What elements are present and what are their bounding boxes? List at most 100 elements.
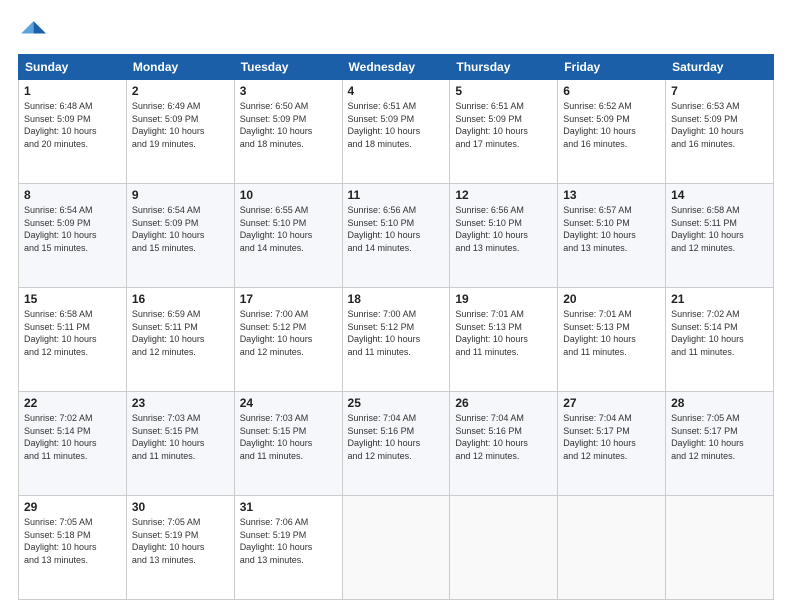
day-content: Sunrise: 6:59 AM Sunset: 5:11 PM Dayligh… bbox=[132, 308, 229, 358]
day-content: Sunrise: 7:05 AM Sunset: 5:17 PM Dayligh… bbox=[671, 412, 768, 462]
calendar-day-cell: 30 Sunrise: 7:05 AM Sunset: 5:19 PM Dayli… bbox=[126, 496, 234, 600]
day-number: 25 bbox=[348, 396, 445, 410]
day-content: Sunrise: 7:01 AM Sunset: 5:13 PM Dayligh… bbox=[563, 308, 660, 358]
calendar-day-cell: 12 Sunrise: 6:56 AM Sunset: 5:10 PM Dayli… bbox=[450, 184, 558, 288]
calendar-day-cell: 19Sunrise: 7:01 AM Sunset: 5:13 PM Dayli… bbox=[450, 288, 558, 392]
calendar-day-cell: 18 Sunrise: 7:00 AM Sunset: 5:12 PM Dayli… bbox=[342, 288, 450, 392]
day-number: 29 bbox=[24, 500, 121, 514]
day-number: 28 bbox=[671, 396, 768, 410]
day-number: 5 bbox=[455, 84, 552, 98]
day-number: 12 bbox=[455, 188, 552, 202]
weekday-header-wednesday: Wednesday bbox=[342, 55, 450, 80]
weekday-header-friday: Friday bbox=[558, 55, 666, 80]
day-content: Sunrise: 6:50 AM Sunset: 5:09 PM Dayligh… bbox=[240, 100, 337, 150]
day-number: 3 bbox=[240, 84, 337, 98]
calendar-day-cell: 25Sunrise: 7:04 AM Sunset: 5:16 PM Dayli… bbox=[342, 392, 450, 496]
calendar-day-cell: 26 Sunrise: 7:04 AM Sunset: 5:16 PM Dayli… bbox=[450, 392, 558, 496]
day-content: Sunrise: 6:54 AM Sunset: 5:09 PM Dayligh… bbox=[24, 204, 121, 254]
calendar-day-cell: 27 Sunrise: 7:04 AM Sunset: 5:17 PM Dayli… bbox=[558, 392, 666, 496]
calendar-day-cell bbox=[450, 496, 558, 600]
calendar-week-row: 15 Sunrise: 6:58 AM Sunset: 5:11 PM Dayli… bbox=[19, 288, 774, 392]
calendar-day-cell: 23 Sunrise: 7:03 AM Sunset: 5:15 PM Dayli… bbox=[126, 392, 234, 496]
weekday-header-thursday: Thursday bbox=[450, 55, 558, 80]
day-content: Sunrise: 6:56 AM Sunset: 5:10 PM Dayligh… bbox=[348, 204, 445, 254]
calendar-day-cell: 21 Sunrise: 7:02 AM Sunset: 5:14 PM Dayli… bbox=[666, 288, 774, 392]
calendar-day-cell: 17 Sunrise: 7:00 AM Sunset: 5:12 PM Dayli… bbox=[234, 288, 342, 392]
day-number: 31 bbox=[240, 500, 337, 514]
calendar-day-cell: 11 Sunrise: 6:56 AM Sunset: 5:10 PM Dayli… bbox=[342, 184, 450, 288]
day-number: 30 bbox=[132, 500, 229, 514]
day-number: 23 bbox=[132, 396, 229, 410]
calendar-day-cell: 7Sunrise: 6:53 AM Sunset: 5:09 PM Daylig… bbox=[666, 80, 774, 184]
day-content: Sunrise: 6:57 AM Sunset: 5:10 PM Dayligh… bbox=[563, 204, 660, 254]
calendar-day-cell: 1Sunrise: 6:48 AM Sunset: 5:09 PM Daylig… bbox=[19, 80, 127, 184]
calendar-day-cell: 13 Sunrise: 6:57 AM Sunset: 5:10 PM Dayli… bbox=[558, 184, 666, 288]
day-number: 9 bbox=[132, 188, 229, 202]
day-number: 21 bbox=[671, 292, 768, 306]
day-content: Sunrise: 6:51 AM Sunset: 5:09 PM Dayligh… bbox=[455, 100, 552, 150]
weekday-header-row: SundayMondayTuesdayWednesdayThursdayFrid… bbox=[19, 55, 774, 80]
day-content: Sunrise: 7:05 AM Sunset: 5:18 PM Dayligh… bbox=[24, 516, 121, 566]
calendar-week-row: 1Sunrise: 6:48 AM Sunset: 5:09 PM Daylig… bbox=[19, 80, 774, 184]
calendar-day-cell: 8 Sunrise: 6:54 AM Sunset: 5:09 PM Daylig… bbox=[19, 184, 127, 288]
day-content: Sunrise: 7:02 AM Sunset: 5:14 PM Dayligh… bbox=[671, 308, 768, 358]
day-number: 27 bbox=[563, 396, 660, 410]
day-content: Sunrise: 6:52 AM Sunset: 5:09 PM Dayligh… bbox=[563, 100, 660, 150]
calendar-week-row: 8 Sunrise: 6:54 AM Sunset: 5:09 PM Daylig… bbox=[19, 184, 774, 288]
day-number: 17 bbox=[240, 292, 337, 306]
calendar-day-cell: 16 Sunrise: 6:59 AM Sunset: 5:11 PM Dayli… bbox=[126, 288, 234, 392]
calendar-day-cell: 31 Sunrise: 7:06 AM Sunset: 5:19 PM Dayli… bbox=[234, 496, 342, 600]
calendar-day-cell: 29 Sunrise: 7:05 AM Sunset: 5:18 PM Dayli… bbox=[19, 496, 127, 600]
day-number: 14 bbox=[671, 188, 768, 202]
day-number: 13 bbox=[563, 188, 660, 202]
day-number: 15 bbox=[24, 292, 121, 306]
day-number: 16 bbox=[132, 292, 229, 306]
day-number: 22 bbox=[24, 396, 121, 410]
day-content: Sunrise: 7:04 AM Sunset: 5:17 PM Dayligh… bbox=[563, 412, 660, 462]
day-number: 20 bbox=[563, 292, 660, 306]
day-number: 26 bbox=[455, 396, 552, 410]
day-number: 4 bbox=[348, 84, 445, 98]
calendar-page: SundayMondayTuesdayWednesdayThursdayFrid… bbox=[0, 0, 792, 612]
day-content: Sunrise: 7:00 AM Sunset: 5:12 PM Dayligh… bbox=[240, 308, 337, 358]
calendar-day-cell: 3 Sunrise: 6:50 AM Sunset: 5:09 PM Daylig… bbox=[234, 80, 342, 184]
calendar-table: SundayMondayTuesdayWednesdayThursdayFrid… bbox=[18, 54, 774, 600]
day-content: Sunrise: 7:05 AM Sunset: 5:19 PM Dayligh… bbox=[132, 516, 229, 566]
day-number: 6 bbox=[563, 84, 660, 98]
calendar-day-cell: 14 Sunrise: 6:58 AM Sunset: 5:11 PM Dayli… bbox=[666, 184, 774, 288]
day-number: 18 bbox=[348, 292, 445, 306]
weekday-header-tuesday: Tuesday bbox=[234, 55, 342, 80]
day-content: Sunrise: 7:03 AM Sunset: 5:15 PM Dayligh… bbox=[132, 412, 229, 462]
calendar-day-cell: 9Sunrise: 6:54 AM Sunset: 5:09 PM Daylig… bbox=[126, 184, 234, 288]
calendar-day-cell bbox=[342, 496, 450, 600]
day-content: Sunrise: 7:02 AM Sunset: 5:14 PM Dayligh… bbox=[24, 412, 121, 462]
calendar-day-cell: 28 Sunrise: 7:05 AM Sunset: 5:17 PM Dayli… bbox=[666, 392, 774, 496]
calendar-day-cell: 5 Sunrise: 6:51 AM Sunset: 5:09 PM Daylig… bbox=[450, 80, 558, 184]
weekday-header-monday: Monday bbox=[126, 55, 234, 80]
calendar-day-cell: 20 Sunrise: 7:01 AM Sunset: 5:13 PM Dayli… bbox=[558, 288, 666, 392]
day-content: Sunrise: 7:04 AM Sunset: 5:16 PM Dayligh… bbox=[455, 412, 552, 462]
calendar-day-cell: 6 Sunrise: 6:52 AM Sunset: 5:09 PM Daylig… bbox=[558, 80, 666, 184]
weekday-header-sunday: Sunday bbox=[19, 55, 127, 80]
day-number: 1 bbox=[24, 84, 121, 98]
day-content: Sunrise: 6:58 AM Sunset: 5:11 PM Dayligh… bbox=[671, 204, 768, 254]
day-number: 11 bbox=[348, 188, 445, 202]
day-number: 10 bbox=[240, 188, 337, 202]
day-content: Sunrise: 6:56 AM Sunset: 5:10 PM Dayligh… bbox=[455, 204, 552, 254]
page-header bbox=[18, 18, 774, 46]
calendar-day-cell: 2Sunrise: 6:49 AM Sunset: 5:09 PM Daylig… bbox=[126, 80, 234, 184]
day-content: Sunrise: 6:58 AM Sunset: 5:11 PM Dayligh… bbox=[24, 308, 121, 358]
day-number: 2 bbox=[132, 84, 229, 98]
day-content: Sunrise: 7:06 AM Sunset: 5:19 PM Dayligh… bbox=[240, 516, 337, 566]
calendar-day-cell bbox=[558, 496, 666, 600]
calendar-day-cell bbox=[666, 496, 774, 600]
logo bbox=[18, 18, 50, 46]
calendar-day-cell: 24Sunrise: 7:03 AM Sunset: 5:15 PM Dayli… bbox=[234, 392, 342, 496]
day-content: Sunrise: 7:01 AM Sunset: 5:13 PM Dayligh… bbox=[455, 308, 552, 358]
day-content: Sunrise: 6:53 AM Sunset: 5:09 PM Dayligh… bbox=[671, 100, 768, 150]
day-number: 8 bbox=[24, 188, 121, 202]
day-number: 24 bbox=[240, 396, 337, 410]
calendar-day-cell: 15 Sunrise: 6:58 AM Sunset: 5:11 PM Dayli… bbox=[19, 288, 127, 392]
day-content: Sunrise: 7:00 AM Sunset: 5:12 PM Dayligh… bbox=[348, 308, 445, 358]
calendar-week-row: 22 Sunrise: 7:02 AM Sunset: 5:14 PM Dayli… bbox=[19, 392, 774, 496]
